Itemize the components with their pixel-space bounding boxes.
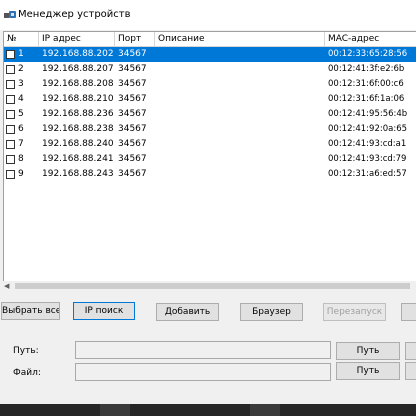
column-header-number[interactable]: № xyxy=(4,32,39,46)
scrollbar-thumb[interactable] xyxy=(15,283,410,289)
scroll-left-icon[interactable]: ◀ xyxy=(4,282,9,290)
table-row[interactable]: 4 192.168.88.210 34567 00:12:31:6f:1a:06 xyxy=(4,92,416,107)
window-title: Менеджер устройств xyxy=(18,9,131,20)
mac-address-cell: 00:12:41:92:0a:65 xyxy=(328,124,408,134)
row-checkbox[interactable] xyxy=(6,110,15,119)
row-number: 4 xyxy=(18,94,24,104)
file-browse-button[interactable]: Путь xyxy=(336,362,400,380)
device-list[interactable]: № IP адрес Порт Описание MAC-адрес 1 192.… xyxy=(3,31,416,290)
row-number: 3 xyxy=(18,79,24,89)
app-icon xyxy=(4,11,16,18)
partial-button-3[interactable] xyxy=(405,362,416,380)
column-header-description[interactable]: Описание xyxy=(155,32,325,46)
column-header-port[interactable]: Порт xyxy=(115,32,155,46)
restart-button[interactable]: Перезапуск xyxy=(323,303,386,321)
table-row[interactable]: 6 192.168.88.238 34567 00:12:41:92:0a:65 xyxy=(4,122,416,137)
ip-address-cell: 192.168.88.236 xyxy=(42,109,114,119)
row-checkbox[interactable] xyxy=(6,155,15,164)
row-number: 9 xyxy=(18,169,24,179)
port-cell: 34567 xyxy=(118,154,147,164)
mac-address-cell: 00:12:41:3f:e2:6b xyxy=(328,64,405,74)
file-label: Файл: xyxy=(13,368,41,378)
mac-address-cell: 00:12:41:93:cd:a1 xyxy=(328,139,407,149)
table-row[interactable]: 1 192.168.88.202 34567 00:12:33:65:28:56 xyxy=(4,47,416,62)
path-field[interactable] xyxy=(75,341,331,359)
column-header-mac[interactable]: MAC-адрес xyxy=(325,32,416,46)
table-row[interactable]: 9 192.168.88.243 34567 00:12:31:a6:ed:57 xyxy=(4,167,416,182)
file-field[interactable] xyxy=(75,363,331,381)
background-shape xyxy=(100,404,130,416)
browser-button[interactable]: Браузер xyxy=(240,303,303,321)
table-row[interactable]: 8 192.168.88.241 34567 00:12:41:93:cd:79 xyxy=(4,152,416,167)
path-label: Путь: xyxy=(13,346,39,356)
row-checkbox[interactable] xyxy=(6,125,15,134)
ip-address-cell: 192.168.88.210 xyxy=(42,94,114,104)
mac-address-cell: 00:12:41:95:56:4b xyxy=(328,109,408,119)
port-cell: 34567 xyxy=(118,169,147,179)
add-button[interactable]: Добавить xyxy=(156,303,219,321)
mac-address-cell: 00:12:31:a6:ed:57 xyxy=(328,169,407,179)
port-cell: 34567 xyxy=(118,139,147,149)
partial-button[interactable] xyxy=(401,303,416,321)
row-number: 1 xyxy=(18,49,24,59)
ip-address-cell: 192.168.88.243 xyxy=(42,169,114,179)
mac-address-cell: 00:12:33:65:28:56 xyxy=(328,49,408,59)
background-strip xyxy=(0,404,416,416)
path-browse-button[interactable]: Путь xyxy=(336,342,400,360)
row-checkbox[interactable] xyxy=(6,80,15,89)
row-checkbox[interactable] xyxy=(6,50,15,59)
table-row[interactable]: 3 192.168.88.208 34567 00:12:31:6f:00:c6 xyxy=(4,77,416,92)
partial-button-2[interactable] xyxy=(405,342,416,360)
table-row[interactable]: 7 192.168.88.240 34567 00:12:41:93:cd:a1 xyxy=(4,137,416,152)
row-number: 6 xyxy=(18,124,24,134)
port-cell: 34567 xyxy=(118,109,147,119)
mac-address-cell: 00:12:31:6f:00:c6 xyxy=(328,79,404,89)
ip-address-cell: 192.168.88.238 xyxy=(42,124,114,134)
port-cell: 34567 xyxy=(118,124,147,134)
ip-address-cell: 192.168.88.240 xyxy=(42,139,114,149)
ip-address-cell: 192.168.88.241 xyxy=(42,154,114,164)
table-row[interactable]: 5 192.168.88.236 34567 00:12:41:95:56:4b xyxy=(4,107,416,122)
horizontal-scrollbar[interactable]: ◀ xyxy=(3,281,416,291)
port-cell: 34567 xyxy=(118,94,147,104)
port-cell: 34567 xyxy=(118,79,147,89)
table-rows: 1 192.168.88.202 34567 00:12:33:65:28:56 2 19… xyxy=(4,47,416,182)
background-shape xyxy=(250,404,280,416)
ip-search-button[interactable]: IP поиск xyxy=(73,302,135,320)
row-number: 7 xyxy=(18,139,24,149)
row-number: 5 xyxy=(18,109,24,119)
mac-address-cell: 00:12:31:6f:1a:06 xyxy=(328,94,405,104)
row-checkbox[interactable] xyxy=(6,65,15,74)
ip-address-cell: 192.168.88.208 xyxy=(42,79,114,89)
port-cell: 34567 xyxy=(118,64,147,74)
port-cell: 34567 xyxy=(118,49,147,59)
row-checkbox[interactable] xyxy=(6,170,15,179)
title-bar: Менеджер устройств xyxy=(0,0,416,30)
ip-address-cell: 192.168.88.202 xyxy=(42,49,114,59)
mac-address-cell: 00:12:41:93:cd:79 xyxy=(328,154,407,164)
list-header: № IP адрес Порт Описание MAC-адрес xyxy=(4,32,416,47)
row-number: 2 xyxy=(18,64,24,74)
column-header-ip[interactable]: IP адрес xyxy=(39,32,115,46)
ip-address-cell: 192.168.88.207 xyxy=(42,64,114,74)
row-checkbox[interactable] xyxy=(6,140,15,149)
row-checkbox[interactable] xyxy=(6,95,15,104)
select-all-button[interactable]: Выбрать все xyxy=(1,302,60,320)
table-row[interactable]: 2 192.168.88.207 34567 00:12:41:3f:e2:6b xyxy=(4,62,416,77)
device-manager-window: Менеджер устройств № IP адрес Порт Описа… xyxy=(0,0,416,404)
row-number: 8 xyxy=(18,154,24,164)
